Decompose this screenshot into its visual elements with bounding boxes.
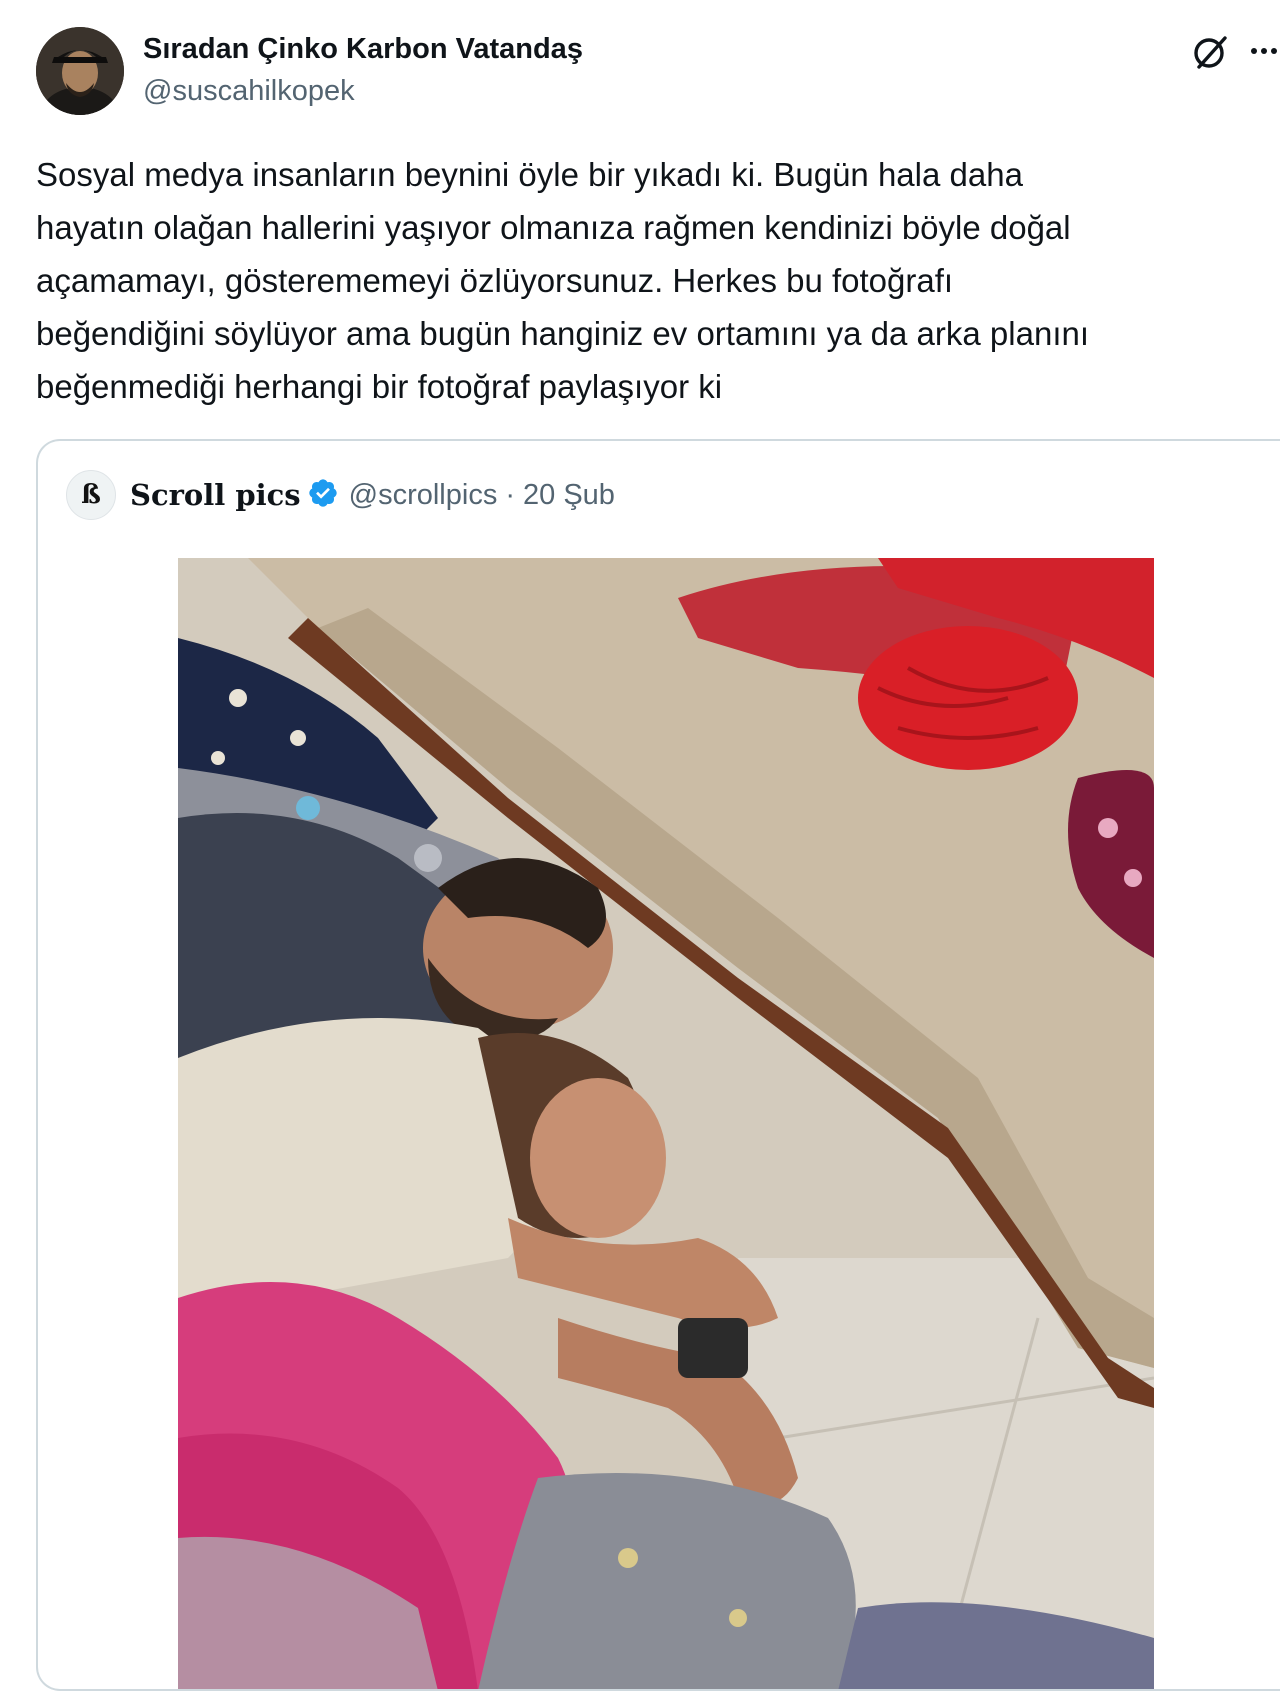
- quoted-avatar-letter: ß: [81, 480, 101, 510]
- quoted-author-handle[interactable]: @scrollpics: [349, 479, 498, 512]
- author-display-name[interactable]: Sıradan Çinko Karbon Vatandaş: [143, 30, 583, 68]
- tweet-text: Sosyal medya insanların beynini öyle bir…: [36, 156, 1090, 405]
- quoted-tweet-date[interactable]: 20 Şub: [523, 479, 615, 512]
- verified-badge-icon: [301, 477, 349, 514]
- more-options-icon[interactable]: [1248, 33, 1280, 69]
- quoted-tweet-photo[interactable]: [178, 558, 1154, 1689]
- quoted-author-name[interactable]: Scroll pics: [130, 478, 301, 512]
- photo-illustration: [178, 558, 1154, 1689]
- tweet: Sıradan Çinko Karbon Vatandaş @suscahilk…: [0, 0, 1280, 1697]
- quoted-author-avatar[interactable]: ß: [66, 470, 116, 520]
- grok-icon[interactable]: [1188, 30, 1232, 74]
- author-info: Sıradan Çinko Karbon Vatandaş @suscahilk…: [143, 30, 583, 110]
- quoted-tweet-header: Scroll pics @scrollpics · 20 Şub: [130, 475, 615, 515]
- author-avatar-image: [36, 27, 124, 115]
- author-handle[interactable]: @suscahilkopek: [143, 72, 583, 110]
- author-avatar[interactable]: [36, 27, 124, 115]
- quoted-tweet-card[interactable]: ß Scroll pics @scrollpics · 20 Şub: [36, 439, 1280, 1691]
- header-separator: ·: [505, 478, 515, 511]
